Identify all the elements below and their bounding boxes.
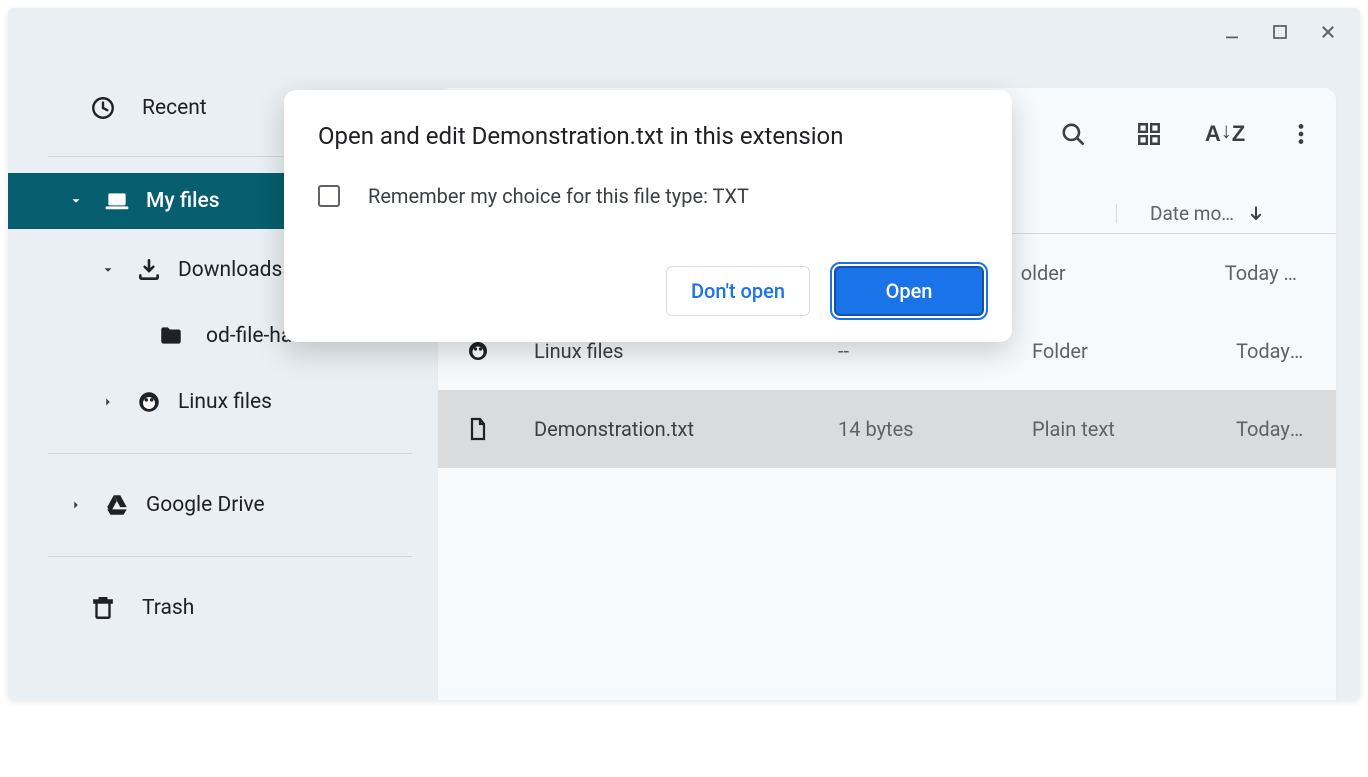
sidebar-item-label: Google Drive [146, 493, 265, 517]
dialog-title: Open and edit Demonstration.txt in this … [318, 122, 978, 150]
column-header-date[interactable]: Date mo… [1138, 202, 1308, 225]
file-name: Linux files [534, 339, 794, 363]
linux-icon [136, 389, 162, 415]
table-row[interactable]: Demonstration.txt 14 bytes Plain text To… [438, 390, 1336, 468]
view-grid-button[interactable] [1134, 119, 1164, 149]
file-size: 14 bytes [838, 417, 988, 441]
laptop-icon [104, 188, 130, 214]
file-date: Today 7:00 … [1236, 339, 1308, 363]
window-titlebar [1222, 8, 1360, 56]
sort-az-button[interactable]: A↓Z [1210, 119, 1240, 149]
file-type: older [1021, 261, 1181, 285]
file-date: Today 9:11 AM [1225, 261, 1308, 285]
file-date: Today 9:16 … [1236, 417, 1308, 441]
dialog-buttons: Don't open Open [666, 266, 984, 316]
trash-icon [90, 595, 116, 621]
folder-icon [158, 323, 184, 349]
clock-icon [90, 95, 116, 121]
window-maximize-button[interactable] [1270, 22, 1290, 42]
chevron-right-icon [96, 390, 120, 414]
remember-choice-row: Remember my choice for this file type: T… [318, 184, 978, 208]
files-window: Recent My files Downloads od- [8, 8, 1360, 700]
chevron-down-icon [96, 258, 120, 282]
open-button[interactable]: Open [834, 266, 984, 316]
sidebar-item-label: Downloads [178, 258, 282, 282]
linux-icon [466, 339, 490, 363]
arrow-down-icon [1246, 204, 1266, 224]
sidebar-divider [48, 556, 412, 557]
sidebar-item-label: Recent [142, 96, 207, 120]
open-file-dialog: Open and edit Demonstration.txt in this … [284, 90, 1012, 342]
search-button[interactable] [1058, 119, 1088, 149]
file-type: Plain text [1032, 417, 1192, 441]
sort-az-icon: A↓Z [1205, 121, 1245, 147]
sidebar-item-trash[interactable]: Trash [8, 575, 438, 641]
sidebar-item-label: Trash [142, 596, 194, 620]
sidebar-item-label: Linux files [178, 390, 272, 414]
dont-open-button[interactable]: Don't open [666, 266, 810, 316]
file-type: Folder [1032, 339, 1192, 363]
google-drive-icon [104, 492, 130, 518]
remember-choice-checkbox[interactable] [318, 185, 340, 207]
sidebar-item-linux-files[interactable]: Linux files [8, 369, 438, 435]
chevron-down-icon [64, 189, 88, 213]
file-icon [466, 417, 490, 441]
sidebar-divider [48, 453, 412, 454]
sidebar-item-label: My files [146, 189, 220, 213]
remember-choice-label: Remember my choice for this file type: T… [368, 184, 749, 208]
window-close-button[interactable] [1318, 22, 1338, 42]
file-name: Demonstration.txt [534, 417, 794, 441]
window-minimize-button[interactable] [1222, 22, 1242, 42]
chevron-right-icon [64, 493, 88, 517]
sidebar-item-google-drive[interactable]: Google Drive [8, 472, 438, 538]
more-options-button[interactable] [1286, 119, 1316, 149]
file-size: -- [838, 339, 988, 363]
download-icon [136, 257, 162, 283]
toolbar: A↓Z [1058, 88, 1316, 180]
